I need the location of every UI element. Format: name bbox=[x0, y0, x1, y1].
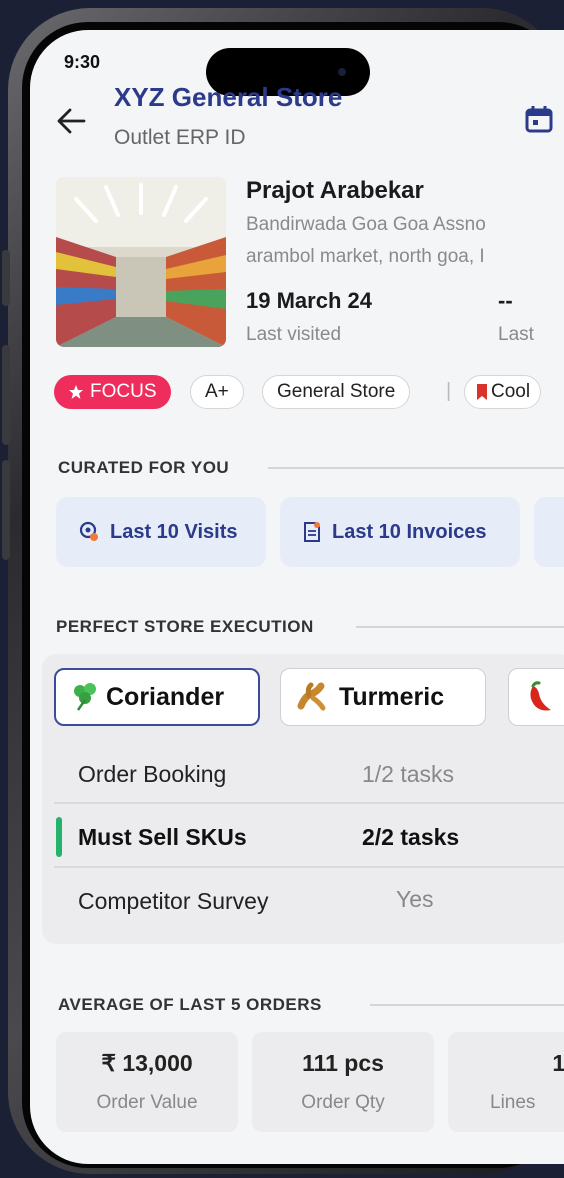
orders-heading: AVERAGE OF LAST 5 ORDERS bbox=[58, 995, 322, 1014]
last-visited-date: 19 March 24 bbox=[246, 288, 372, 313]
back-button[interactable] bbox=[54, 104, 88, 138]
tab-coriander-label: Coriander bbox=[106, 682, 225, 711]
last-10-visits-label: Last 10 Visits bbox=[110, 520, 238, 543]
tab-coriander[interactable]: Coriander bbox=[54, 668, 260, 726]
row-competitor-survey-label: Competitor Survey bbox=[78, 888, 269, 914]
grade-label: A+ bbox=[205, 381, 229, 402]
chili-icon bbox=[530, 681, 551, 711]
phone-volume-down bbox=[2, 460, 10, 560]
status-time: 9:30 bbox=[64, 52, 101, 72]
store-type-badge[interactable]: General Store bbox=[262, 375, 411, 409]
coriander-leaf-icon bbox=[74, 683, 96, 711]
address-line-2: arambol market, north goa, I bbox=[246, 246, 485, 267]
owner-name: Prajot Arabekar bbox=[246, 177, 424, 204]
row-competitor-survey-value: Yes bbox=[396, 886, 434, 912]
curated-heading: CURATED FOR YOU bbox=[58, 458, 230, 477]
camera-icon bbox=[338, 68, 346, 76]
last-order-value: -- bbox=[498, 288, 513, 313]
star-icon bbox=[69, 385, 83, 399]
store-type-label: General Store bbox=[277, 381, 396, 402]
phone-volume-up bbox=[2, 345, 10, 445]
row-must-sell-skus-label[interactable]: Must Sell SKUs bbox=[78, 824, 247, 851]
tab-chili[interactable] bbox=[508, 668, 564, 726]
tab-turmeric[interactable]: Turmeric bbox=[280, 668, 486, 726]
location-pin-icon bbox=[79, 521, 98, 541]
focus-label: FOCUS bbox=[90, 381, 157, 402]
stat-order-value-label: Order Value bbox=[96, 1092, 198, 1113]
tag-divider: | bbox=[446, 380, 452, 402]
stat-lines-label: Lines bbox=[490, 1092, 536, 1113]
last-order-label: Last bbox=[498, 324, 534, 345]
invoice-icon bbox=[304, 522, 320, 542]
last-10-visits-button[interactable]: Last 10 Visits bbox=[56, 497, 266, 567]
row-order-booking-label: Order Booking bbox=[78, 761, 227, 787]
grade-badge[interactable]: A+ bbox=[190, 375, 244, 409]
cooler-badge[interactable]: Cool bbox=[464, 375, 542, 409]
tab-turmeric-label: Turmeric bbox=[339, 682, 445, 711]
address-line-1: Bandirwada Goa Goa Assno bbox=[246, 214, 486, 235]
curated-chip-overflow[interactable] bbox=[534, 497, 564, 567]
app-screen: 9:30 XYZ General Store Outlet ERP ID Pra… bbox=[30, 30, 564, 1164]
divider bbox=[356, 626, 564, 628]
calendar-icon bbox=[525, 106, 553, 133]
row-must-sell-skus-value: 2/2 tasks bbox=[362, 824, 460, 850]
stat-order-qty-number: 111 pcs bbox=[302, 1050, 384, 1076]
bookmark-icon bbox=[477, 384, 487, 400]
phone-silent-switch bbox=[2, 250, 10, 306]
last-10-invoices-label: Last 10 Invoices bbox=[332, 520, 487, 543]
outlet-erp-id: Outlet ERP ID bbox=[114, 126, 246, 149]
active-row-indicator bbox=[56, 817, 62, 857]
stat-order-qty-label: Order Qty bbox=[301, 1092, 385, 1113]
focus-badge[interactable]: FOCUS bbox=[54, 375, 171, 409]
stat-lines-number: 12 bbox=[552, 1050, 564, 1076]
row-divider bbox=[54, 866, 564, 868]
last-visited-label: Last visited bbox=[246, 324, 342, 345]
stat-order-value-number: ₹ 13,000 bbox=[101, 1050, 193, 1076]
arrow-left-icon bbox=[57, 108, 86, 134]
divider bbox=[370, 1004, 564, 1006]
page-title: XYZ General Store bbox=[114, 82, 343, 112]
divider bbox=[268, 467, 564, 469]
last-10-invoices-button[interactable]: Last 10 Invoices bbox=[280, 497, 520, 567]
calendar-button[interactable] bbox=[524, 104, 554, 134]
stat-order-value: ₹ 13,000 Order Value bbox=[56, 1032, 238, 1132]
turmeric-root-icon bbox=[297, 682, 326, 711]
stat-lines: 12 Lines bbox=[448, 1032, 564, 1132]
stat-order-qty: 111 pcs Order Qty bbox=[252, 1032, 434, 1132]
cooler-label: Cool bbox=[491, 381, 531, 402]
pse-heading: PERFECT STORE EXECUTION bbox=[56, 617, 314, 636]
row-order-booking-value: 1/2 tasks bbox=[362, 761, 455, 787]
store-photo bbox=[56, 177, 226, 347]
row-divider bbox=[54, 802, 564, 804]
